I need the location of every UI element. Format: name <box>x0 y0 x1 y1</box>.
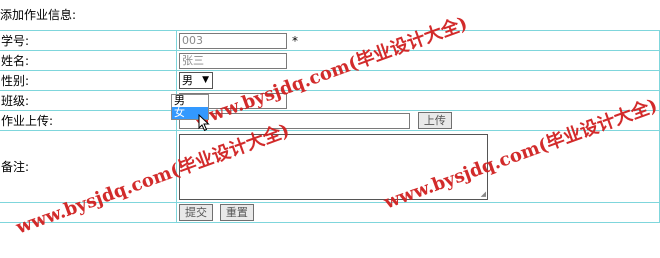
chevron-down-icon: ▼ <box>202 75 209 85</box>
upload-label: 作业上传: <box>0 110 177 131</box>
student-id-input[interactable]: 003 <box>179 32 287 49</box>
name-input[interactable]: 张三 <box>179 52 287 69</box>
gender-select-value: 男 <box>182 74 193 87</box>
upload-button[interactable]: 上传 <box>417 112 452 129</box>
mouse-cursor-icon <box>198 114 210 132</box>
gender-select[interactable]: 男 ▼ <box>179 72 213 89</box>
page-title: 添加作业信息: <box>0 8 77 22</box>
resize-handle-icon[interactable]: ◢ <box>481 190 486 198</box>
student-id-row: 学号: 003 * <box>0 30 660 51</box>
class-label: 班级: <box>0 90 177 111</box>
student-id-label: 学号: <box>0 30 177 51</box>
class-row: 班级: <box>0 90 660 111</box>
name-label: 姓名: <box>0 50 177 71</box>
required-mark: * <box>292 33 298 48</box>
submit-button[interactable]: 提交 <box>179 204 213 221</box>
reset-button[interactable]: 重置 <box>219 204 254 221</box>
gender-label: 性别: <box>0 70 177 91</box>
